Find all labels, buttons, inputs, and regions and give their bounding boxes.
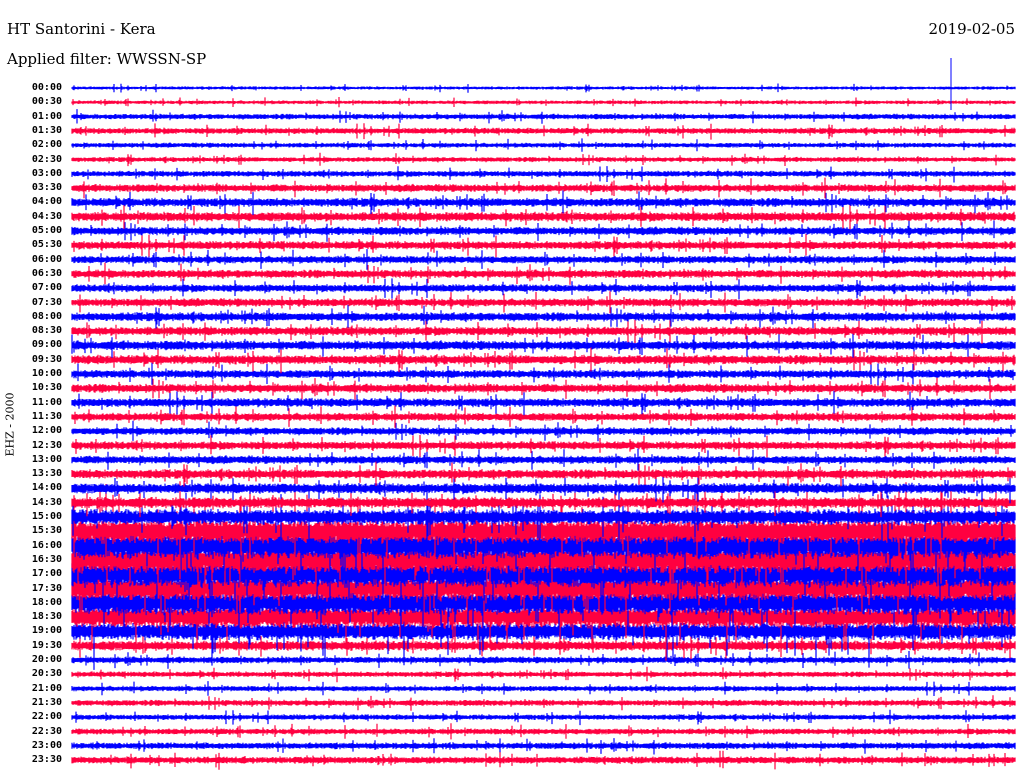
trace-0400 bbox=[71, 190, 1016, 216]
trace-0600 bbox=[71, 249, 1016, 270]
trace-2330 bbox=[71, 750, 1016, 770]
trace-0500 bbox=[71, 220, 1016, 242]
trace-2130 bbox=[71, 695, 1016, 711]
trace-2100 bbox=[71, 681, 1016, 696]
trace-0030 bbox=[71, 97, 1016, 108]
trace-0800 bbox=[71, 304, 1016, 329]
trace-1200 bbox=[71, 420, 1016, 442]
trace-2300 bbox=[71, 738, 1016, 755]
trace-2200 bbox=[71, 709, 1016, 726]
trace-1030 bbox=[71, 377, 1016, 400]
trace-0200 bbox=[71, 138, 1016, 152]
trace-0230 bbox=[71, 152, 1016, 167]
trace-0330 bbox=[71, 177, 1016, 199]
trace-2000 bbox=[71, 651, 1016, 669]
trace-0530 bbox=[71, 234, 1016, 258]
trace-0300 bbox=[71, 166, 1016, 183]
trace-0130 bbox=[71, 123, 1016, 140]
trace-2230 bbox=[71, 723, 1016, 740]
trace-0830 bbox=[71, 319, 1016, 344]
trace-0630 bbox=[71, 262, 1016, 285]
trace-1230 bbox=[71, 435, 1016, 458]
trace-2030 bbox=[71, 666, 1016, 683]
trace-0430 bbox=[71, 203, 1016, 230]
helicorder-plot bbox=[71, 58, 1016, 770]
trace-0000 bbox=[71, 83, 1016, 93]
trace-1300 bbox=[71, 448, 1016, 471]
trace-0730 bbox=[71, 291, 1016, 314]
trace-0900 bbox=[71, 332, 1016, 358]
trace-0100 bbox=[71, 109, 1016, 124]
trace-0700 bbox=[71, 278, 1016, 300]
trace-1130 bbox=[71, 405, 1016, 428]
